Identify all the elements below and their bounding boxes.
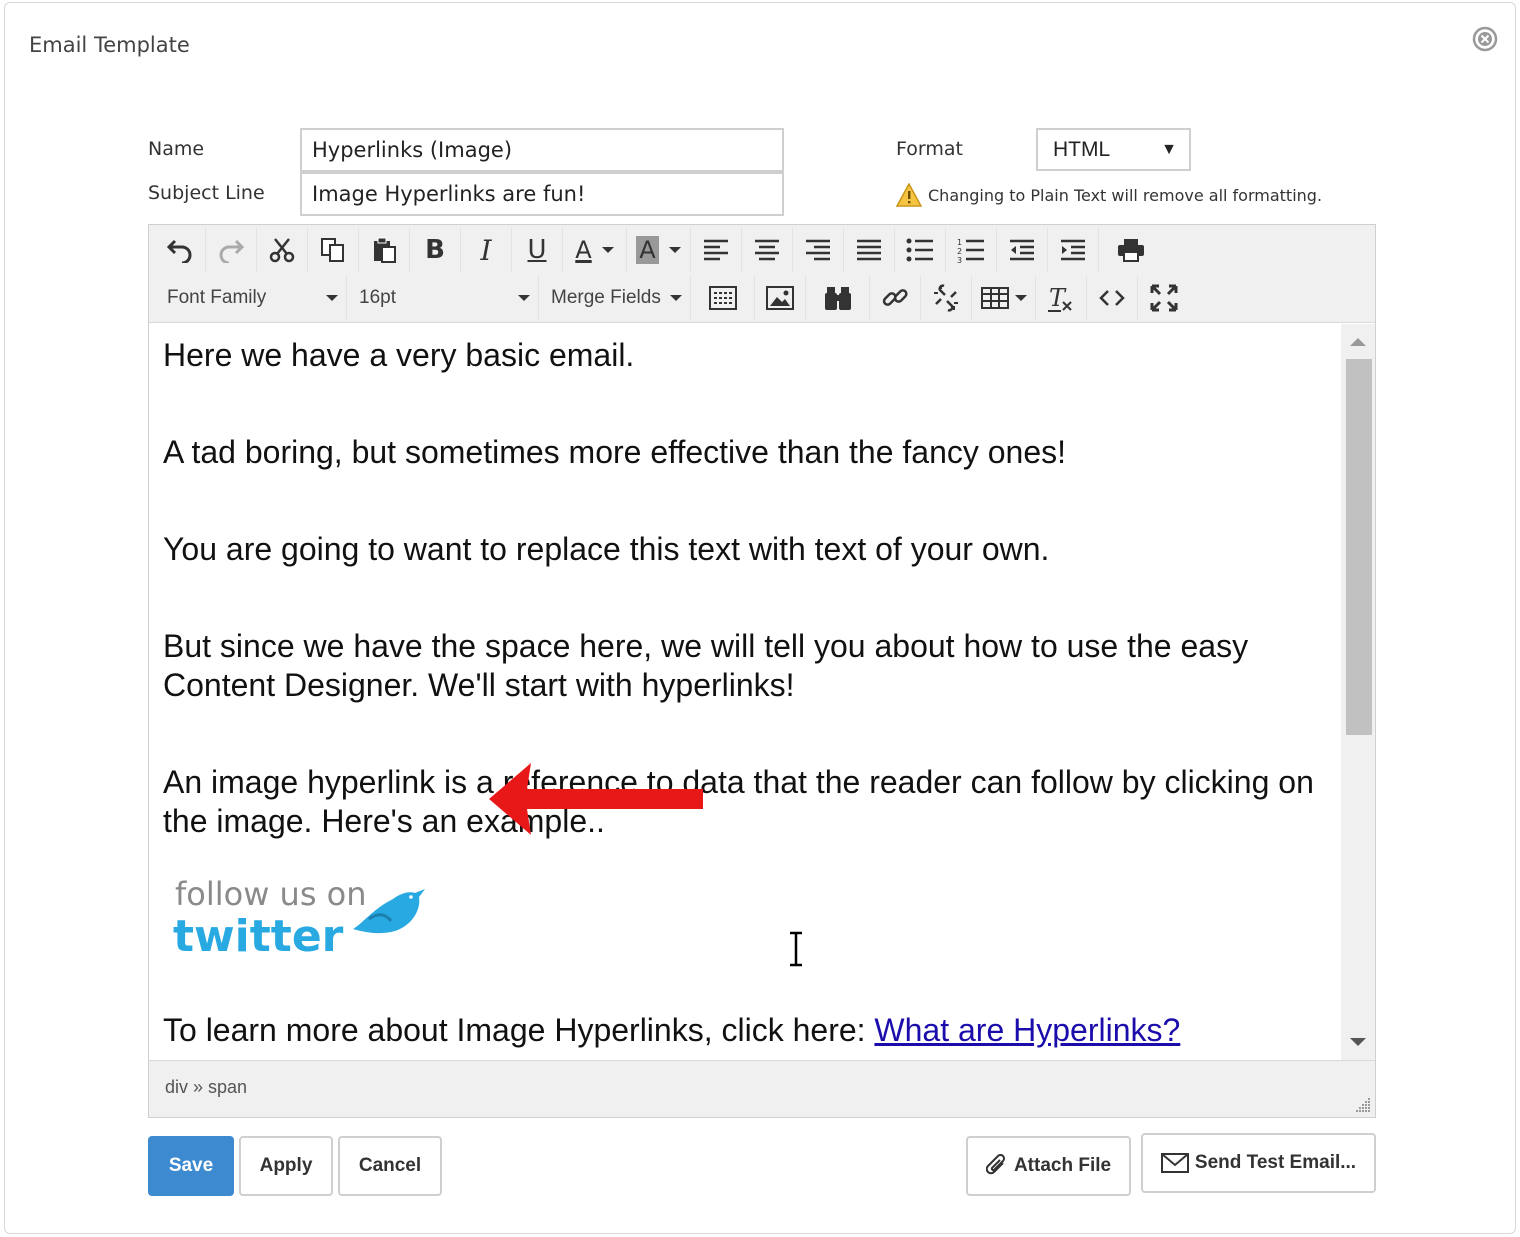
toolbar-row-1: B I U A A 1 2 3 xyxy=(155,227,1163,273)
background-color-icon[interactable]: A xyxy=(627,228,691,272)
underline-icon[interactable]: U xyxy=(512,228,563,272)
link-icon[interactable] xyxy=(870,276,921,320)
scroll-up-icon[interactable] xyxy=(1350,338,1366,346)
format-select[interactable]: HTML ▼ xyxy=(1036,128,1191,171)
warning-icon xyxy=(896,183,922,207)
close-icon[interactable] xyxy=(1471,25,1499,53)
image-icon[interactable] xyxy=(755,276,806,320)
fullscreen-icon[interactable] xyxy=(1138,276,1189,320)
find-icon[interactable] xyxy=(806,276,870,320)
name-input[interactable] xyxy=(300,128,784,172)
name-label: Name xyxy=(148,138,205,160)
send-test-email-label: Send Test Email... xyxy=(1194,1152,1357,1173)
justify-icon[interactable] xyxy=(844,228,895,272)
bold-icon[interactable]: B xyxy=(410,228,461,272)
align-center-icon[interactable] xyxy=(742,228,793,272)
chevron-down-icon xyxy=(518,295,530,301)
copy-icon[interactable] xyxy=(308,228,359,272)
send-test-email-button[interactable]: Send Test Email... xyxy=(1141,1133,1376,1193)
format-warning: Changing to Plain Text will remove all f… xyxy=(896,180,1322,210)
red-arrow-annotation xyxy=(489,761,705,842)
font-size-label: 16pt xyxy=(359,287,396,308)
format-label: Format xyxy=(896,138,963,160)
paragraph-5: An image hyperlink is a reference to dat… xyxy=(163,764,1314,839)
image-caption-2: twitter xyxy=(173,911,344,959)
save-button[interactable]: Save xyxy=(148,1136,234,1196)
attach-file-label: Attach File xyxy=(1013,1155,1112,1176)
dialog-title: Email Template xyxy=(29,33,190,57)
merge-fields-dropdown[interactable]: Merge Fields xyxy=(539,276,691,320)
paste-icon[interactable] xyxy=(359,228,410,272)
unlink-icon[interactable] xyxy=(921,276,972,320)
align-left-icon[interactable] xyxy=(691,228,742,272)
editor-scrollbar[interactable] xyxy=(1341,324,1375,1060)
svg-text:3: 3 xyxy=(957,256,962,263)
paragraph-2: A tad boring, but sometimes more effecti… xyxy=(163,434,1067,470)
cut-icon[interactable] xyxy=(257,228,308,272)
resize-grip-icon[interactable] xyxy=(1355,1097,1371,1113)
svg-text:1: 1 xyxy=(957,238,962,247)
merge-fields-label: Merge Fields xyxy=(551,287,661,308)
editor-content[interactable]: Here we have a very basic email. A tad b… xyxy=(149,324,1341,1060)
chevron-down-icon xyxy=(326,295,338,301)
envelope-icon xyxy=(1160,1153,1189,1173)
paragraph-1: Here we have a very basic email. xyxy=(163,337,635,373)
print-icon[interactable] xyxy=(1099,228,1163,272)
chevron-down-icon xyxy=(670,295,682,301)
numbered-list-icon[interactable]: 123 xyxy=(946,228,997,272)
source-code-icon[interactable] xyxy=(1087,276,1138,320)
cancel-button[interactable]: Cancel xyxy=(338,1136,442,1196)
subject-line-label: Subject Line xyxy=(148,182,265,204)
editor-toolbar: B I U A A 1 2 3 Font Family 16pt Merge F… xyxy=(149,225,1375,323)
template-icon[interactable] xyxy=(691,276,755,320)
redo-icon[interactable] xyxy=(206,228,257,272)
indent-icon[interactable] xyxy=(1048,228,1099,272)
twitter-follow-image[interactable]: follow us on twitter xyxy=(163,869,1327,969)
subject-line-input[interactable] xyxy=(300,172,784,216)
clear-format-icon[interactable]: T xyxy=(1036,276,1087,320)
element-path[interactable]: div » span xyxy=(165,1077,247,1097)
toolbar-row-2: Font Family 16pt Merge Fields T xyxy=(155,275,1189,321)
image-caption-1: follow us on xyxy=(175,875,367,913)
svg-text:2: 2 xyxy=(957,247,962,256)
paperclip-icon xyxy=(985,1154,1005,1175)
dropdown-arrow-icon: ▼ xyxy=(1161,141,1177,158)
apply-button[interactable]: Apply xyxy=(239,1136,333,1196)
italic-icon[interactable]: I xyxy=(461,228,512,272)
undo-icon[interactable] xyxy=(155,228,206,272)
hyperlinks-link[interactable]: What are Hyperlinks? xyxy=(874,1012,1180,1048)
scroll-thumb[interactable] xyxy=(1346,359,1372,735)
paragraph-3: You are going to want to replace this te… xyxy=(163,531,1050,567)
warning-text: Changing to Plain Text will remove all f… xyxy=(928,185,1323,205)
paragraph-6-text: To learn more about Image Hyperlinks, cl… xyxy=(163,1012,875,1048)
editor-statusbar: div » span xyxy=(149,1060,1375,1117)
paragraph-6: To learn more about Image Hyperlinks, cl… xyxy=(163,1011,1327,1050)
align-right-icon[interactable] xyxy=(793,228,844,272)
font-family-dropdown[interactable]: Font Family xyxy=(155,276,347,320)
font-size-dropdown[interactable]: 16pt xyxy=(347,276,539,320)
rich-text-editor: B I U A A 1 2 3 Font Family 16pt Merge F… xyxy=(148,224,1376,1118)
format-select-value: HTML xyxy=(1053,138,1111,161)
bullet-list-icon[interactable] xyxy=(895,228,946,272)
outdent-icon[interactable] xyxy=(997,228,1048,272)
attach-file-button[interactable]: Attach File xyxy=(966,1136,1131,1196)
text-cursor-icon xyxy=(787,931,805,972)
text-color-icon[interactable]: A xyxy=(563,228,627,272)
paragraph-4: But since we have the space here, we wil… xyxy=(163,628,1249,703)
font-family-label: Font Family xyxy=(167,287,267,308)
scroll-down-icon[interactable] xyxy=(1350,1038,1366,1046)
table-icon[interactable] xyxy=(972,276,1036,320)
